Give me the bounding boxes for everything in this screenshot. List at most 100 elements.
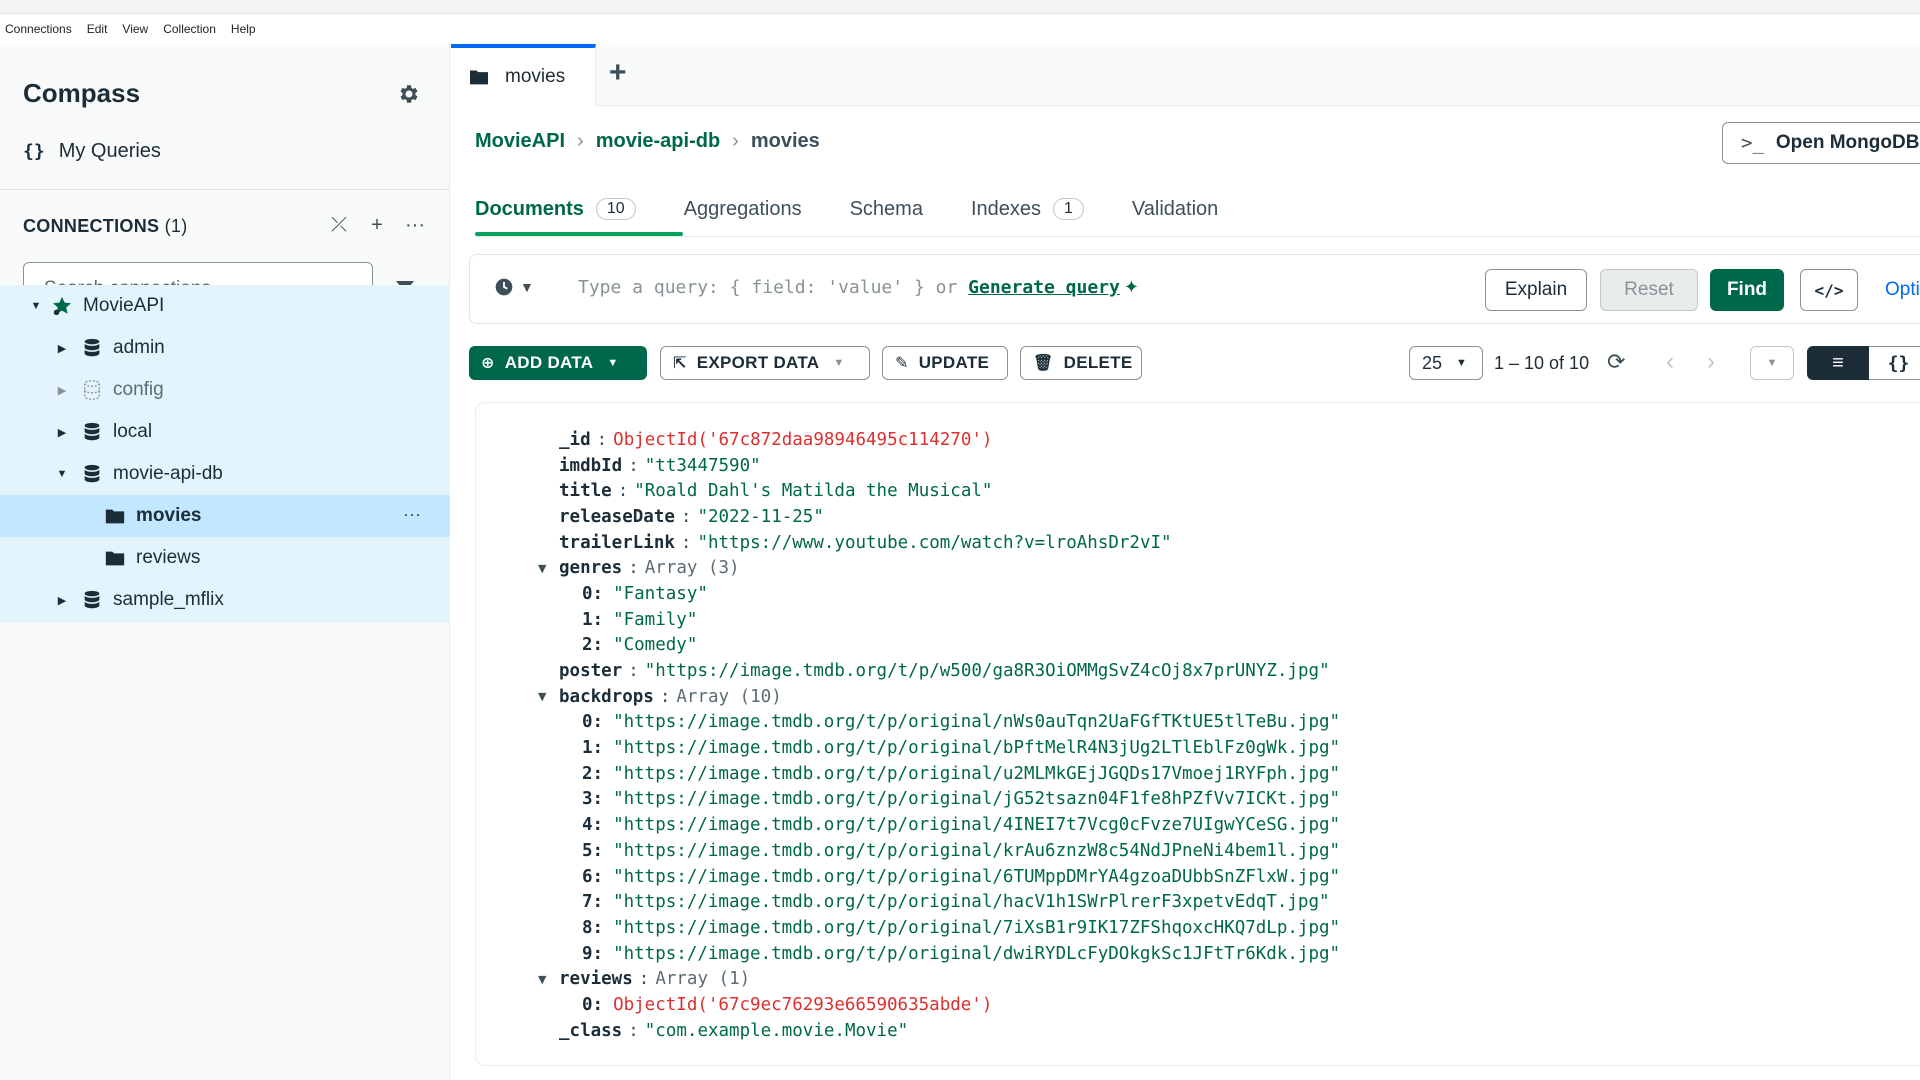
my-queries-link[interactable]: {} My Queries [23, 140, 161, 163]
field-value[interactable]: "https://image.tmdb.org/t/p/original/jG5… [613, 789, 1340, 809]
tree-item-config[interactable]: ▶ config [0, 369, 450, 411]
field-value[interactable]: "https://image.tmdb.org/t/p/w500/ga8R3Oi… [645, 661, 1330, 681]
gear-icon[interactable] [397, 82, 421, 106]
caret-down-icon[interactable]: ▼ [538, 690, 552, 703]
field-value[interactable]: ObjectId('67c9ec76293e66590635abde') [613, 995, 992, 1015]
explain-button[interactable]: Explain [1485, 269, 1587, 311]
query-input[interactable]: Type a query: { field: 'value' } or Gene… [578, 277, 1139, 298]
query-history-button[interactable]: ▼ [494, 277, 534, 297]
menu-edit[interactable]: Edit [87, 22, 108, 36]
field-value[interactable]: "https://image.tmdb.org/t/p/original/u2M… [613, 764, 1340, 784]
breadcrumb-connection[interactable]: MovieAPI [475, 130, 565, 153]
field-value[interactable]: "2022-11-25" [697, 507, 823, 527]
field-value[interactable]: ObjectId('67c872daa98946495c114270') [613, 430, 992, 450]
tree-label: local [113, 421, 153, 442]
my-queries-label: My Queries [58, 140, 161, 162]
array-index: 1: [582, 738, 604, 759]
field-value[interactable]: "Comedy" [613, 635, 697, 655]
more-icon[interactable]: ··· [404, 214, 426, 237]
json-view-button[interactable]: {} [1869, 346, 1920, 380]
field-value[interactable]: "Roald Dahl's Matilda the Musical" [634, 481, 992, 501]
caret-down-icon: ▼ [520, 279, 534, 295]
page-size-select[interactable]: 25 ▼ [1409, 346, 1483, 380]
options-toggle[interactable]: Optio [1885, 279, 1920, 301]
tree-item-movieapi[interactable]: ▼ MovieAPI [0, 285, 450, 327]
menu-help[interactable]: Help [231, 22, 256, 36]
caret-down-icon[interactable]: ▼ [29, 300, 43, 312]
field-value[interactable]: "com.example.movie.Movie" [645, 1021, 908, 1041]
field-value[interactable]: "https://www.youtube.com/watch?v=lroAhsD… [697, 533, 1171, 553]
field-value[interactable]: "https://image.tmdb.org/t/p/original/hac… [613, 892, 1329, 912]
caret-right-icon[interactable]: ▶ [55, 384, 69, 397]
field-row: ▼ reviews: Array (1) [476, 966, 1916, 992]
open-mongodb-shell-button[interactable]: >_ Open MongoDB [1722, 122, 1920, 164]
tree-item-reviews[interactable]: reviews [0, 537, 450, 579]
add-connection-icon[interactable]: + [366, 214, 388, 237]
page-size-value: 25 [1422, 352, 1443, 373]
trash-icon: 🗑 [1033, 355, 1054, 372]
colon: : [596, 429, 608, 450]
tab-label: Aggregations [683, 197, 802, 220]
find-button[interactable]: Find [1710, 269, 1784, 311]
tab-aggregations[interactable]: Aggregations [684, 198, 802, 221]
field-value[interactable]: "https://image.tmdb.org/t/p/original/7iX… [613, 918, 1340, 938]
menu-view[interactable]: View [122, 22, 148, 36]
collapse-all-icon[interactable]: ⤫ [328, 214, 350, 237]
field-value[interactable]: "https://image.tmdb.org/t/p/original/bPf… [613, 738, 1340, 758]
update-button[interactable]: ✎ UPDATE [882, 346, 1008, 380]
field-value[interactable]: "https://image.tmdb.org/t/p/original/6TU… [613, 867, 1340, 887]
tab-schema[interactable]: Schema [850, 198, 923, 221]
caret-down-icon[interactable]: ▼ [538, 562, 552, 575]
caret-down-icon: ▼ [1456, 357, 1467, 369]
field-value[interactable]: "https://image.tmdb.org/t/p/original/nWs… [613, 712, 1340, 732]
field-value[interactable]: "https://image.tmdb.org/t/p/original/4IN… [613, 815, 1340, 835]
breadcrumb-database[interactable]: movie-api-db [596, 130, 720, 153]
menu-connections[interactable]: Connections [5, 22, 72, 36]
array-index: 2: [582, 635, 604, 656]
caret-right-icon[interactable]: ▶ [55, 426, 69, 439]
tree-item-local[interactable]: ▶ local [0, 411, 450, 453]
field-value[interactable]: "https://image.tmdb.org/t/p/original/dwi… [613, 944, 1340, 964]
field-value[interactable]: "Family" [613, 610, 697, 630]
tab-validation[interactable]: Validation [1132, 198, 1218, 221]
field-key: poster [559, 661, 623, 682]
caret-right-icon[interactable]: ▶ [55, 342, 69, 355]
colon: : [628, 455, 639, 476]
view-options-dropdown[interactable]: ▼ [1750, 346, 1794, 380]
folder-icon [105, 551, 125, 566]
export-data-button[interactable]: ⇱ EXPORT DATA ▼ [660, 346, 870, 380]
caret-down-icon[interactable]: ▼ [538, 973, 552, 986]
list-view-button[interactable]: ≡ [1807, 346, 1869, 380]
field-value[interactable]: "tt3447590" [645, 456, 761, 476]
tree-item-sample-mflix[interactable]: ▶ sample_mflix [0, 579, 450, 621]
delete-button[interactable]: 🗑 DELETE [1020, 346, 1142, 380]
tab-indexes[interactable]: Indexes 1 [971, 198, 1084, 221]
generate-query-link[interactable]: Generate query [968, 277, 1120, 298]
document-card[interactable]: _id: ObjectId('67c872daa98946495c114270'… [475, 402, 1920, 1066]
caret-down-icon[interactable]: ▼ [55, 468, 69, 480]
caret-right-icon[interactable]: ▶ [55, 594, 69, 607]
field-value[interactable]: "Fantasy" [613, 584, 708, 604]
more-icon[interactable]: ··· [403, 504, 421, 525]
new-tab-button[interactable]: + [609, 56, 627, 90]
tab-documents[interactable]: Documents 10 [475, 198, 636, 221]
colon: : [680, 532, 692, 553]
tab-movies[interactable]: movies [451, 44, 596, 106]
array-summary: Array (1) [655, 969, 751, 990]
window-top-strip [0, 0, 1920, 14]
tree-item-movies[interactable]: movies ··· [0, 495, 450, 537]
tree-item-movie-api-db[interactable]: ▼ movie-api-db [0, 453, 450, 495]
folder-icon [470, 70, 488, 85]
refresh-icon[interactable]: ⟳ [1607, 349, 1625, 375]
field-value[interactable]: "https://image.tmdb.org/t/p/original/krA… [613, 841, 1340, 861]
field-key: trailerLink [559, 532, 675, 553]
reset-button[interactable]: Reset [1600, 269, 1698, 311]
prev-page-icon[interactable]: ‹ [1666, 348, 1674, 376]
next-page-icon[interactable]: › [1707, 348, 1715, 376]
tree-label: MovieAPI [83, 295, 165, 316]
array-summary: Array (3) [644, 558, 740, 579]
add-data-button[interactable]: ⊕ ADD DATA ▼ [469, 346, 647, 380]
tree-item-admin[interactable]: ▶ admin [0, 327, 450, 369]
code-view-button[interactable]: </> [1800, 269, 1858, 311]
menu-collection[interactable]: Collection [163, 22, 216, 36]
